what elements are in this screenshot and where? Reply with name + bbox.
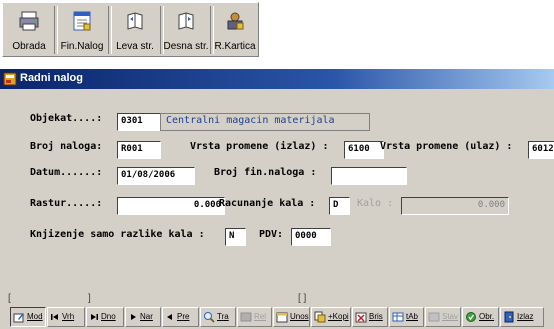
new-record-icon — [276, 312, 288, 323]
broj-fin-naloga-label: Broj fin.naloga : — [214, 167, 317, 178]
rastur-field[interactable]: 0.000 — [117, 197, 225, 215]
delete-icon — [355, 312, 367, 323]
first-record-icon — [51, 314, 58, 320]
vrh-label: Vrh — [62, 312, 75, 321]
bracket-mark: [ — [8, 293, 11, 304]
rastur-label: Rastur.....: — [30, 198, 103, 209]
rel-label: Rel — [254, 312, 267, 321]
window-title: Radni nalog — [20, 72, 83, 84]
knjizenje-field[interactable]: N — [225, 228, 246, 246]
dno-button[interactable]: Dno — [86, 307, 124, 327]
objekat-description: Centralni magacin materijala — [160, 113, 370, 131]
nar-button[interactable]: Nar — [125, 307, 161, 327]
r-kartica-button[interactable]: R.Kartica — [213, 5, 257, 55]
toolbar-button-group: Obrada Fin.Nalog Leva str. Desna str. R.… — [2, 2, 259, 57]
pdv-field[interactable]: 0000 — [291, 228, 331, 246]
bracket-mark: ] — [88, 293, 91, 304]
table-icon — [392, 312, 404, 322]
previous-icon — [167, 314, 172, 320]
izlaz-button[interactable]: Izlaz — [500, 307, 544, 327]
tra-label: Tra — [217, 312, 229, 321]
obrada-button[interactable]: Obrada — [5, 5, 53, 55]
objekat-code-field[interactable]: 0301 — [117, 113, 161, 131]
kopi-label: +Kopi — [328, 312, 349, 321]
kalo-label: Kalo : — [357, 198, 394, 209]
copy-icon — [314, 311, 326, 323]
izlaz-label: Izlaz — [517, 312, 534, 321]
bracket-mark: [ ] — [298, 293, 307, 304]
nar-label: Nar — [140, 312, 153, 321]
objekat-label: Objekat....: — [30, 113, 103, 124]
mod-label: Mod — [27, 312, 43, 321]
kalo-field: 0.000 — [401, 197, 509, 215]
kopi-button[interactable]: +Kopi — [311, 307, 351, 327]
obr-button[interactable]: Obr. — [462, 307, 499, 327]
racunanje-kala-field[interactable]: D — [329, 197, 350, 215]
datum-field[interactable]: 01/08/2006 — [117, 167, 195, 185]
stav-label: Stav — [442, 312, 459, 321]
stav-button: Stav — [425, 307, 461, 327]
datum-label: Datum......: — [30, 167, 103, 178]
form-panel: Objekat....: 0301 Centralni magacin mate… — [0, 89, 554, 289]
relation-icon — [240, 312, 252, 322]
desna-str-button[interactable]: Desna str. — [163, 5, 209, 55]
exit-icon — [504, 311, 514, 323]
broj-naloga-field[interactable]: R001 — [117, 141, 161, 159]
form-window-icon — [3, 72, 17, 86]
printer-icon — [19, 11, 39, 31]
edit-icon — [13, 313, 24, 323]
racunanje-kala-label: Racunanje kala : — [219, 198, 316, 209]
mod-button[interactable]: Mod — [10, 307, 46, 327]
pdv-label: PDV: — [259, 229, 284, 240]
broj-naloga-label: Broj naloga: — [30, 141, 103, 152]
dno-label: Dno — [101, 312, 116, 321]
rel-button: Rel — [237, 307, 272, 327]
knjizenje-label: Knjizenje samo razlike kala : — [30, 229, 205, 240]
document-icon — [73, 11, 91, 31]
last-record-icon — [91, 314, 98, 320]
tab-button[interactable]: tAb — [389, 307, 424, 327]
search-icon — [204, 312, 215, 323]
fin-nalog-button[interactable]: Fin.Nalog — [57, 5, 107, 55]
tra-button[interactable]: Tra — [200, 307, 236, 327]
card-report-icon — [227, 12, 244, 30]
unos-button[interactable]: Unos — [273, 307, 310, 327]
r-kartica-label: R.Kartica — [214, 41, 256, 52]
vrsta-promene-ulaz-field[interactable]: 6012 — [528, 141, 554, 159]
window-titlebar: Radni nalog — [0, 69, 554, 89]
vrh-button[interactable]: Vrh — [47, 307, 85, 327]
tab-label: tAb — [406, 312, 419, 321]
broj-fin-naloga-field[interactable] — [331, 167, 407, 185]
bris-label: Bris — [369, 312, 383, 321]
pre-button[interactable]: Pre — [162, 307, 199, 327]
leva-str-label: Leva str. — [116, 41, 154, 52]
bris-button[interactable]: Bris — [352, 307, 388, 327]
main-toolbar: Obrada Fin.Nalog Leva str. Desna str. R.… — [0, 0, 554, 60]
process-icon — [466, 312, 476, 322]
vrsta-promene-izlaz-field[interactable]: 6100 — [344, 141, 384, 159]
desna-str-label: Desna str. — [163, 41, 209, 52]
pre-label: Pre — [177, 312, 190, 321]
obr-label: Obr. — [479, 312, 495, 321]
record-navigation-bar: Mod Vrh Dno Nar Pre Tra Rel Unos +Kopi B… — [10, 307, 554, 327]
right-page-icon — [178, 12, 194, 30]
left-page-icon — [127, 12, 143, 30]
leva-str-button[interactable]: Leva str. — [111, 5, 159, 55]
fin-nalog-label: Fin.Nalog — [60, 41, 104, 52]
obrada-label: Obrada — [12, 41, 46, 52]
unos-label: Unos — [290, 312, 309, 321]
next-icon — [131, 314, 136, 320]
items-icon — [428, 312, 440, 322]
vrsta-promene-izlaz-label: Vrsta promene (izlaz) : — [190, 141, 329, 152]
vrsta-promene-ulaz-label: Vrsta promene (ulaz) : — [380, 141, 513, 152]
